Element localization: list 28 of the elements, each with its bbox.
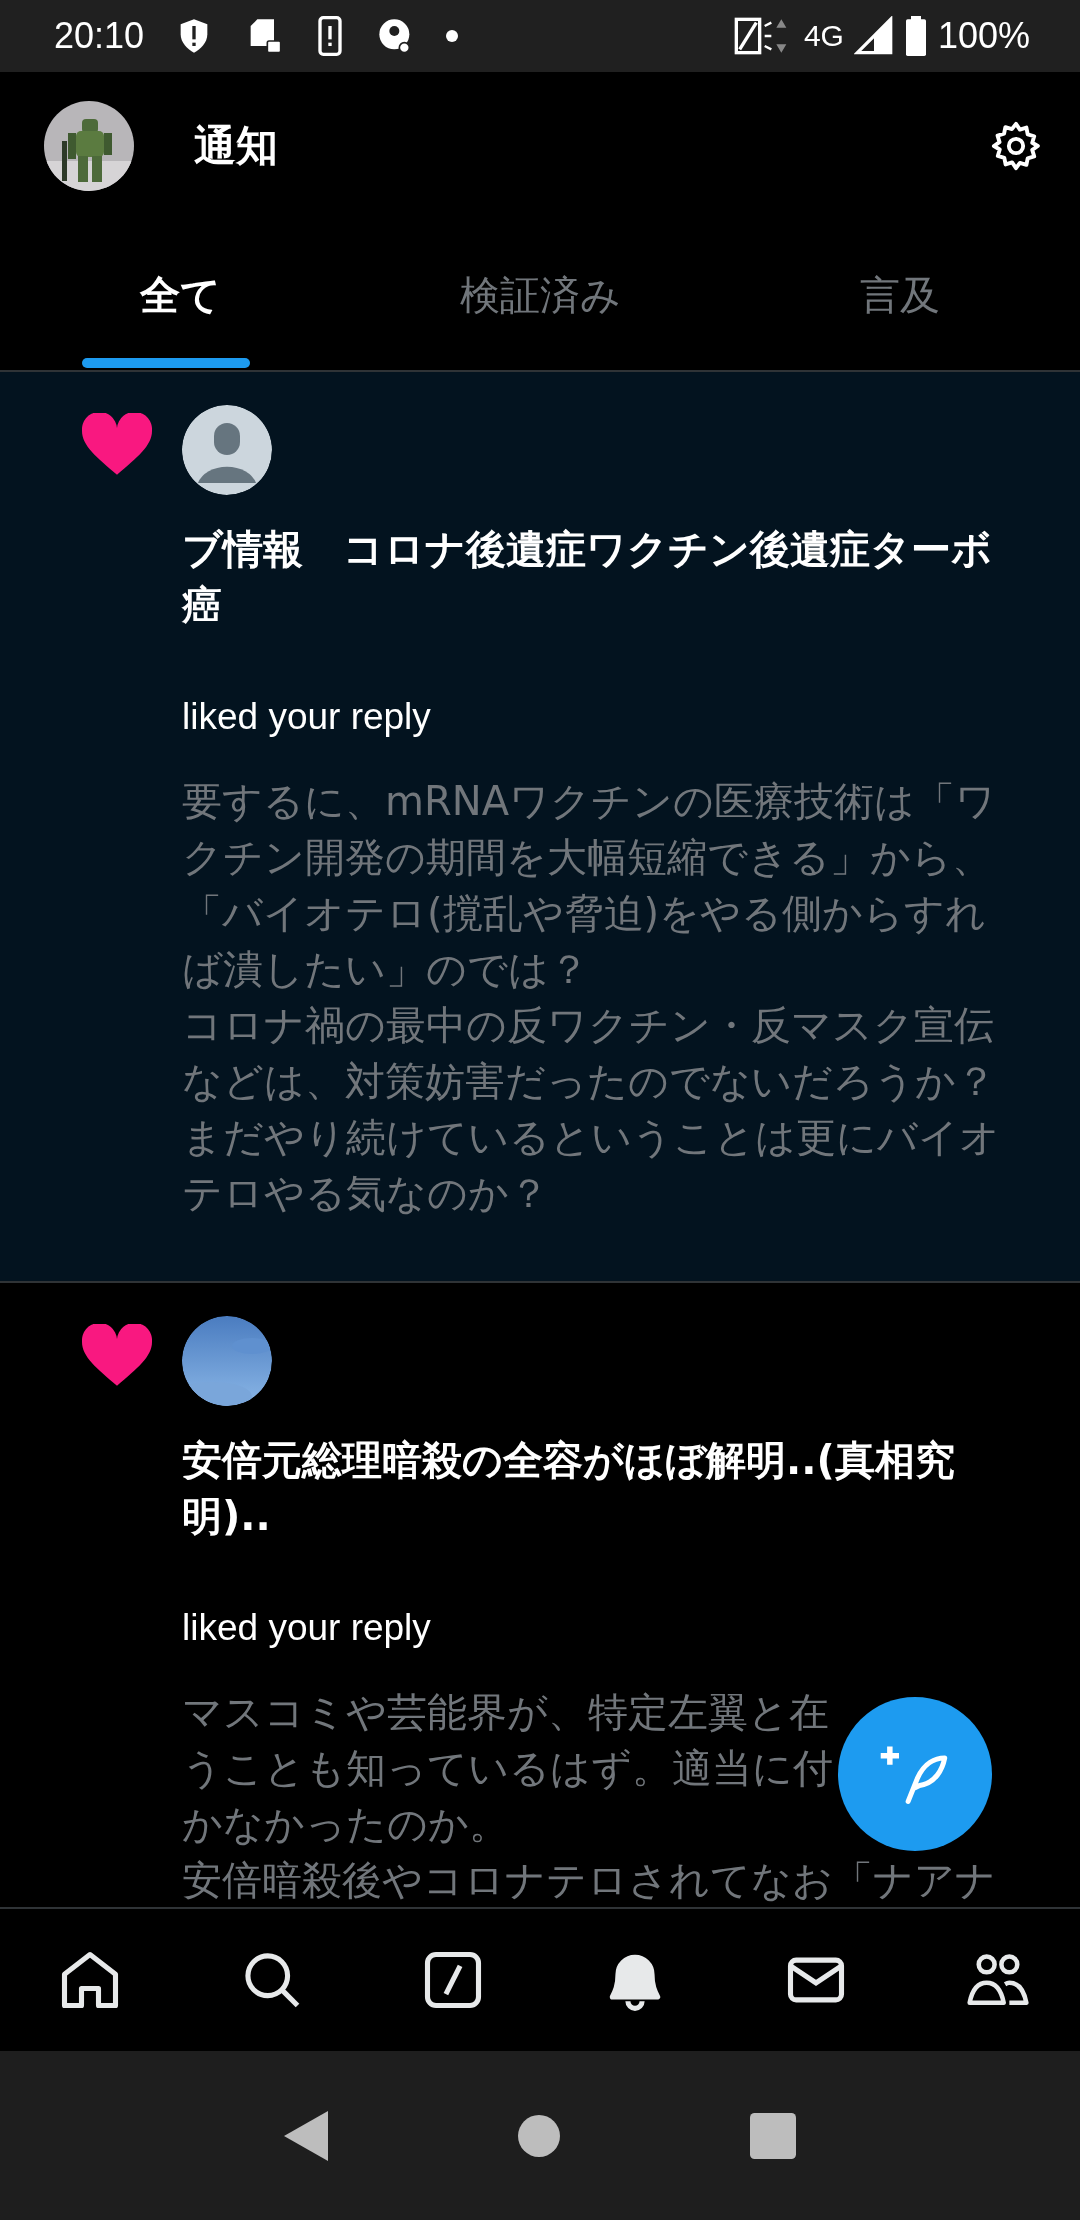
avatar-icon[interactable]	[182, 405, 272, 495]
tab[interactable]: 全て	[0, 220, 360, 370]
recents-icon[interactable]	[750, 2112, 796, 2159]
page-title: 通知	[194, 120, 279, 172]
reply-text: 安倍暗殺後やコロナテロされてなお「ナアナ	[182, 1856, 996, 1905]
battery-percent: 100%	[937, 15, 1030, 57]
home-circle-icon[interactable]	[518, 2114, 560, 2157]
tab[interactable]: 検証済み	[360, 220, 720, 370]
signal-icon	[853, 16, 894, 56]
network-type: 4G	[803, 19, 844, 53]
back-icon[interactable]	[284, 2110, 328, 2161]
notification-title: 安倍元総理暗殺の全容がほぼ解明..(真相究明)..	[182, 1436, 956, 1541]
battery-icon	[903, 16, 928, 56]
status-time: 20:10	[54, 15, 145, 57]
notification-title: ブ情報 コロナ後遺症ワクチン後遺症ターボ癌	[182, 525, 993, 630]
tab[interactable]: 言及	[720, 220, 1080, 370]
notification-action: liked your reply	[182, 695, 432, 739]
settings-icon[interactable]	[990, 120, 1042, 172]
notification-action: liked your reply	[182, 1606, 432, 1650]
reply-text: うことも知っているはず。適当に付	[182, 1744, 833, 1793]
dot-icon	[446, 30, 459, 42]
heart-icon	[82, 413, 152, 475]
notification-card[interactable]: ブ情報 コロナ後遺症ワクチン後遺症ターボ癌 liked your reply 要するに、mRNAワクチンの医療技術は「ワクチン開発の期間を大幅短縮できる」から、「バイオテロ(撹乱や脅迫)をやる側からすれば潰したい」のでは？ コロナ禍の最中の反ワクチン・反マスク宣伝などは、対策妨害だったのでないだろうか？まだやり続けているということは更にバイオテロやる気なのか？	[0, 372, 1080, 1283]
heart-icon	[82, 1324, 152, 1386]
reply-text: かなかったのか。	[182, 1800, 509, 1849]
reply-text: マスコミや芸能界が、特定左翼と在	[182, 1688, 829, 1737]
reply-text: コロナ禍の最中の反ワクチン・反マスク宣伝などは、対策妨害だったのでないだろうか？まだやり続けているということは更にバイオテロやる気なのか？	[182, 1001, 1001, 1218]
reply-text: 要するに、mRNAワクチンの医療技術は「ワクチン開発の期間を大幅短縮できる」から、「バイオテロ(撹乱や脅迫)をやる側からすれば潰したい」のでは？	[182, 777, 998, 994]
